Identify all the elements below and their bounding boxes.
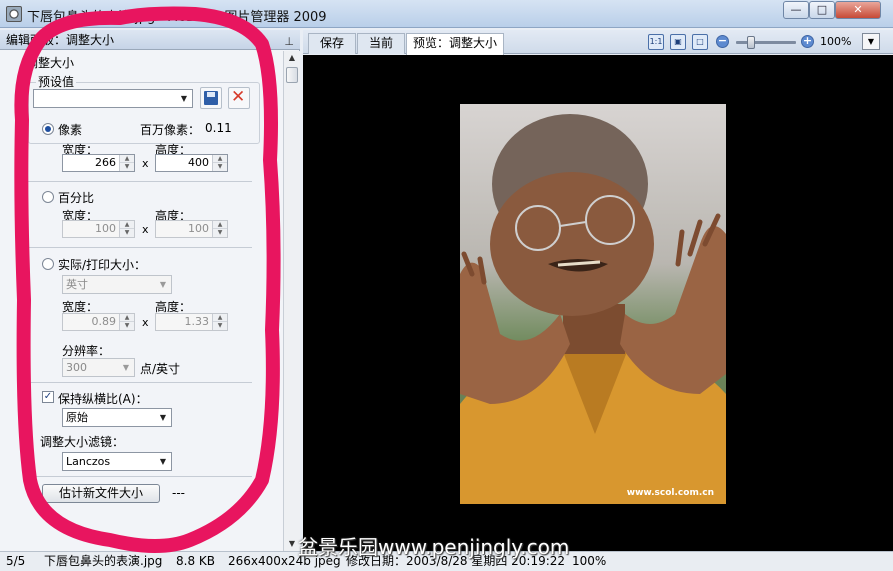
preset-label: 预设值 [36,73,77,90]
status-zoom: 100% [572,554,607,568]
print-times: x [142,316,149,329]
window-title: 下唇包鼻头的表演.jpg - ACDSee 图片管理器 2009 [27,10,327,25]
percent-label: 百分比 [58,191,95,205]
keep-aspect-checkbox[interactable]: ✓ [42,391,54,403]
percent-width-input[interactable]: 100 ▲ ▼ [62,220,135,238]
scroll-up-icon[interactable]: ▲ [284,51,300,65]
minimize-button[interactable]: — [783,1,809,19]
tab-current[interactable]: 当前 [357,33,405,54]
print-height-stepper[interactable]: ▲ ▼ [212,314,227,330]
chevron-down-icon: ▼ [180,94,188,103]
percent-height-value: 100 [188,222,209,235]
pixels-height-value: 400 [188,156,209,169]
percent-height-input[interactable]: 100 ▲ ▼ [155,220,228,238]
maximize-button[interactable]: □ [809,1,835,19]
chevron-down-icon: ▼ [159,413,167,422]
panel-header: 编辑面板：调整大小 ⊥ [0,30,300,50]
divider [28,247,252,248]
save-icon [204,91,218,105]
pixels-width-value: 266 [95,156,116,169]
status-index: 5/5 [6,554,26,568]
delete-icon: ✕ [231,87,246,107]
section-title: 调整大小 [26,56,75,70]
megapixel-label: 百万像素： [140,123,201,137]
print-size-label: 实际/打印大小： [58,258,147,272]
keep-aspect-label: 保持纵横比(A)： [58,392,148,406]
fit-image-icon[interactable]: ▣ [670,34,686,50]
app-icon [6,6,22,22]
resolution-label: 分辨率： [62,344,111,358]
pixels-width-stepper[interactable]: ▲ ▼ [119,155,134,171]
resolution-select[interactable]: 300 ▼ [62,358,135,377]
filter-select[interactable]: Lanczos ▼ [62,452,172,471]
actual-size-icon[interactable]: 1:1 [648,34,664,50]
percent-times: x [142,223,149,236]
pixels-radio[interactable] [42,123,54,135]
chevron-down-icon: ▼ [159,457,167,466]
preset-select[interactable]: ▼ [33,89,193,108]
print-size-radio[interactable] [42,258,54,270]
divider [28,382,252,383]
estimate-size-button[interactable]: 估计新文件大小 [42,484,160,503]
panel-scrollbar[interactable]: ▲ ▼ [283,51,300,551]
zoom-out-icon[interactable]: − [716,35,729,48]
print-width-stepper[interactable]: ▲ ▼ [119,314,134,330]
percent-radio[interactable] [42,191,54,203]
print-unit-select[interactable]: 英寸 ▼ [62,275,172,294]
fit-window-icon[interactable]: □ [692,34,708,50]
tab-save[interactable]: 保存 [308,33,356,54]
print-height-input[interactable]: 1.33 ▲ ▼ [155,313,228,331]
photo-caption: www.scol.com.cn [626,488,714,498]
megapixel-value: 0.11 [205,121,232,135]
estimate-result: --- [172,486,185,500]
pixels-label: 像素 [58,123,83,137]
chevron-down-icon: ▼ [122,363,130,372]
aspect-select[interactable]: 原始 ▼ [62,408,172,427]
pixels-height-input[interactable]: 400 ▲ ▼ [155,154,228,172]
print-height-value: 1.33 [184,315,210,328]
print-unit-value: 英寸 [66,278,88,291]
delete-preset-button[interactable]: ✕ [228,87,250,109]
aspect-value: 原始 [66,411,88,424]
percent-height-stepper[interactable]: ▲ ▼ [212,221,227,237]
pixels-times: x [142,157,149,170]
filter-label: 调整大小滤镜： [40,435,125,449]
save-preset-button[interactable] [200,87,222,109]
print-width-input[interactable]: 0.89 ▲ ▼ [62,313,135,331]
resolution-value: 300 [66,361,87,374]
preview-photo: www.scol.com.cn [460,104,726,504]
resolution-unit: 点/英寸 [140,362,181,376]
divider [28,476,252,477]
pixels-height-stepper[interactable]: ▲ ▼ [212,155,227,171]
zoom-slider-thumb[interactable] [747,36,755,49]
print-width-value: 0.89 [91,315,117,328]
zoom-level: 100% [820,35,852,48]
percent-width-value: 100 [95,222,116,235]
title-bar: 下唇包鼻头的表演.jpg - ACDSee 图片管理器 2009 — □ ✕ [0,0,893,28]
photo-illustration [460,104,726,504]
edit-panel: 编辑面板：调整大小 ⊥ ▲ ▼ 调整大小 预设值 ▼ ✕ 像素 百万像素： 0.… [0,30,300,551]
panel-header-title: 编辑面板：调整大小 [6,33,115,47]
zoom-dropdown[interactable]: ▼ [862,33,880,50]
zoom-in-icon[interactable]: + [801,35,814,48]
zoom-slider[interactable] [736,41,796,44]
watermark: 盆景乐园www.penjingly.com [298,535,570,559]
scroll-thumb[interactable] [286,67,298,83]
pixels-width-input[interactable]: 266 ▲ ▼ [62,154,135,172]
chevron-down-icon: ▼ [159,280,167,289]
status-filename: 下唇包鼻头的表演.jpg [44,554,163,568]
status-filesize: 8.8 KB [176,554,215,568]
pin-icon[interactable]: ⊥ [284,32,294,52]
divider [28,181,252,182]
close-button[interactable]: ✕ [835,1,881,19]
filter-value: Lanczos [66,455,111,468]
tab-preview-resize[interactable]: 预览：调整大小 [406,33,504,55]
percent-width-stepper[interactable]: ▲ ▼ [119,221,134,237]
